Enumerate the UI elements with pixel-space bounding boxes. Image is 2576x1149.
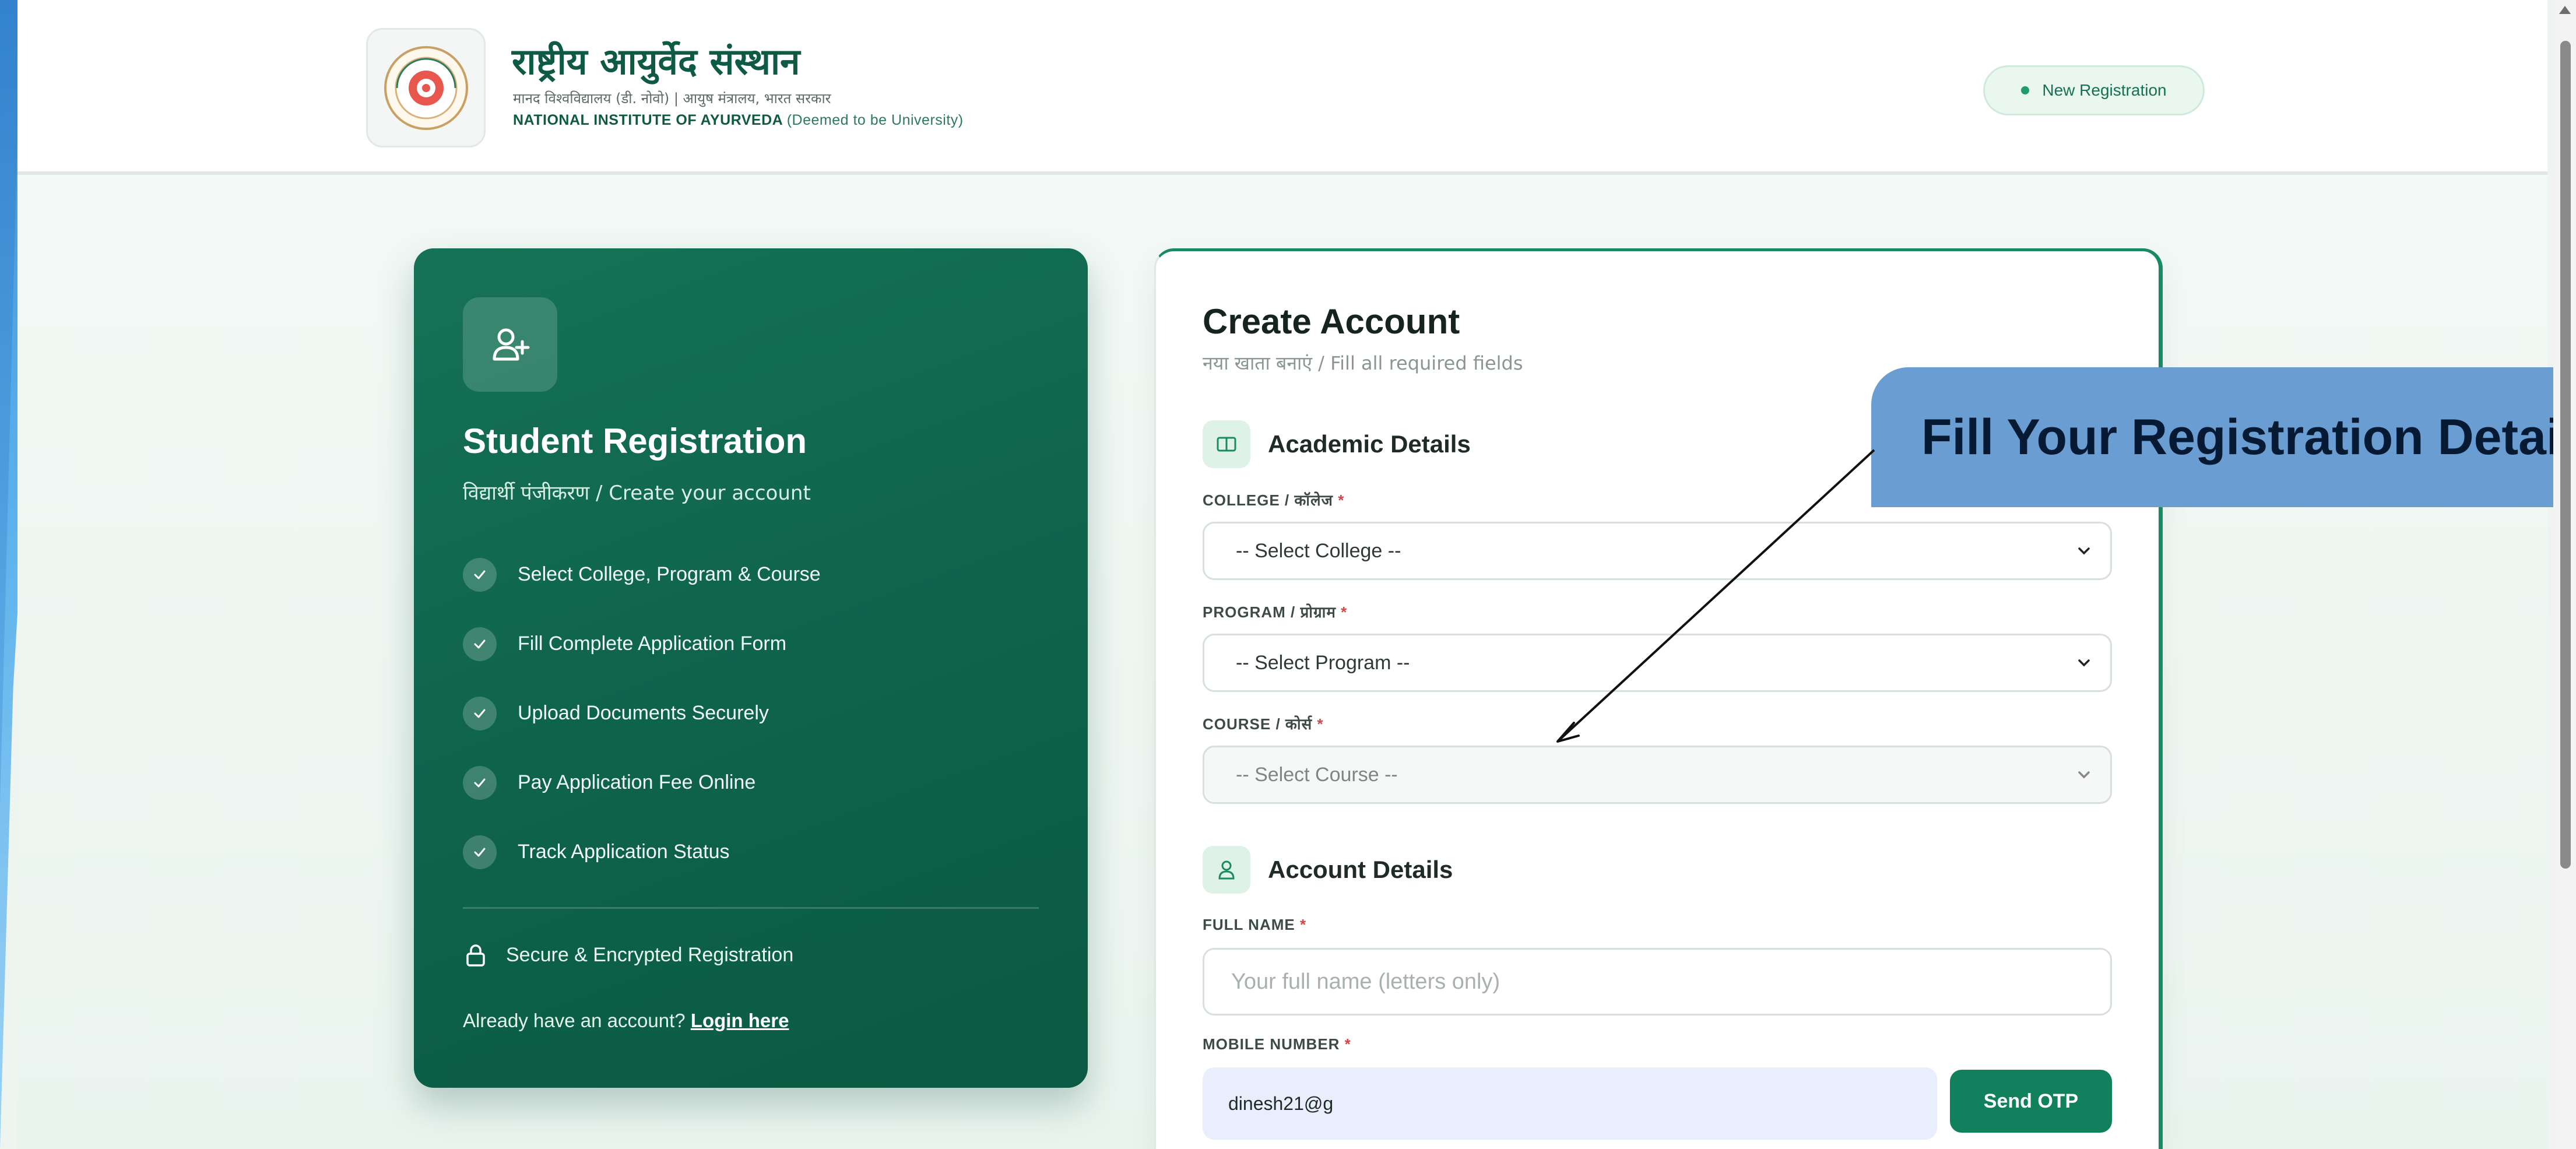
scroll-up-arrow-icon[interactable] xyxy=(2559,6,2571,14)
callout-arrow xyxy=(1556,449,1875,743)
scrollbar-thumb[interactable] xyxy=(2560,41,2571,869)
vertical-scrollbar[interactable] xyxy=(2553,0,2576,1149)
